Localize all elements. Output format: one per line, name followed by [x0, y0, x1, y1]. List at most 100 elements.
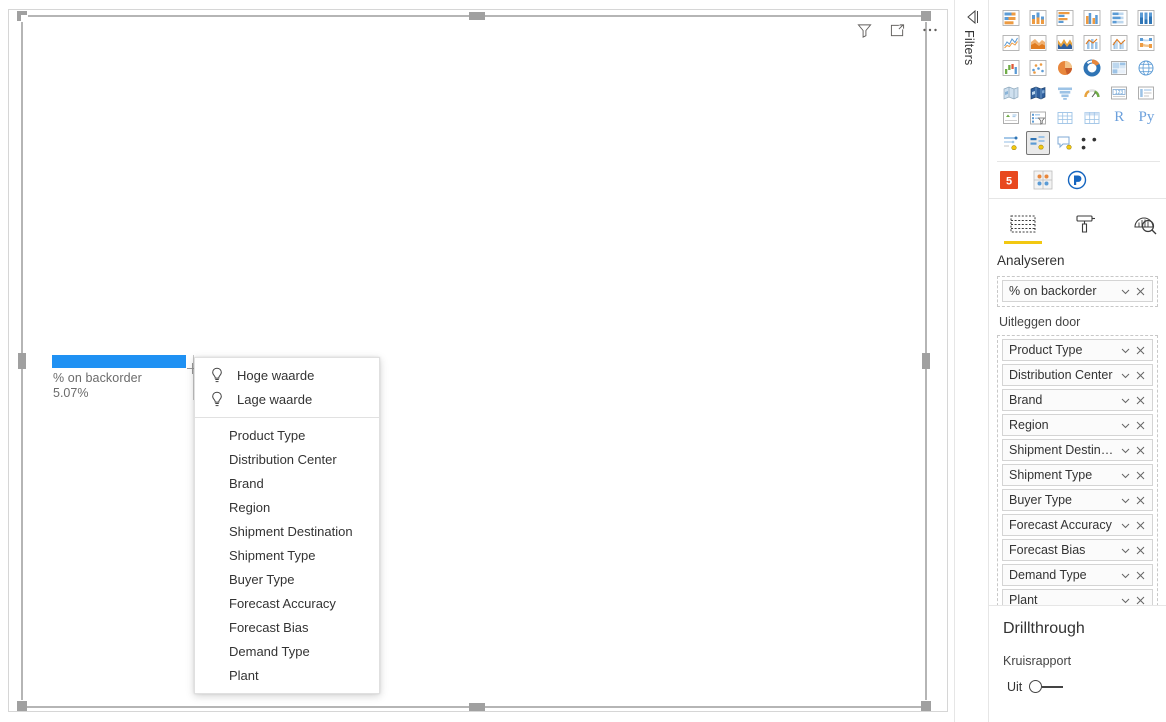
kpi-icon[interactable] [1000, 107, 1022, 129]
close-icon[interactable] [1133, 467, 1148, 483]
pie-chart-icon[interactable] [1054, 57, 1076, 79]
field-box-buyer-type[interactable]: Buyer Type [1002, 489, 1153, 511]
close-icon[interactable] [1133, 492, 1148, 508]
stacked-area-chart-icon[interactable] [1054, 32, 1076, 54]
waterfall-chart-icon[interactable] [1000, 57, 1022, 79]
visualization-pane-tabs[interactable] [989, 199, 1166, 247]
scatter-chart-icon[interactable] [1027, 57, 1049, 79]
chevron-down-icon[interactable] [1118, 492, 1133, 508]
menu-item-forecast-bias[interactable]: Forecast Bias [195, 615, 379, 639]
field-box-brand[interactable]: Brand [1002, 389, 1153, 411]
menu-item-shipment-type[interactable]: Shipment Type [195, 543, 379, 567]
analytics-tab[interactable] [1126, 213, 1166, 247]
menu-item-brand[interactable]: Brand [195, 471, 379, 495]
clustered-column-chart-icon[interactable] [1081, 7, 1103, 29]
100-stacked-bar-chart-icon[interactable] [1108, 7, 1130, 29]
close-icon[interactable] [1133, 392, 1148, 408]
close-icon[interactable] [1133, 542, 1148, 558]
field-box-demand-type[interactable]: Demand Type [1002, 564, 1153, 586]
close-icon[interactable] [1133, 417, 1148, 433]
line-clustered-column-chart-icon[interactable] [1108, 32, 1130, 54]
power-bi-visual-icon[interactable] [1067, 170, 1087, 190]
expand-pane-icon[interactable] [963, 8, 981, 26]
close-icon[interactable] [1133, 567, 1148, 583]
filled-map-icon[interactable] [1000, 82, 1022, 104]
field-box-forecast-accuracy[interactable]: Forecast Accuracy [1002, 514, 1153, 536]
menu-item-shipment-destination[interactable]: Shipment Destination [195, 519, 379, 543]
treemap-icon[interactable] [1108, 57, 1130, 79]
slicer-icon[interactable] [1027, 107, 1049, 129]
line-stacked-column-chart-icon[interactable] [1081, 32, 1103, 54]
kpi-resize-handle-vertical[interactable] [192, 363, 193, 374]
chevron-down-icon[interactable] [1118, 567, 1133, 583]
field-box-shipment-type[interactable]: Shipment Type [1002, 464, 1153, 486]
donut-chart-icon[interactable] [1081, 57, 1103, 79]
shape-map-icon[interactable] [1027, 82, 1049, 104]
map-icon[interactable] [1135, 57, 1157, 79]
close-icon[interactable] [1133, 342, 1148, 358]
analyze-field-well[interactable]: % on backorder [997, 276, 1158, 307]
chevron-down-icon[interactable] [1118, 442, 1133, 458]
visualizations-pane[interactable]: 123 R Py • • • 5 Analyseren % on backord… [989, 0, 1166, 722]
menu-item-plant[interactable]: Plant [195, 663, 379, 687]
field-box-product-type[interactable]: Product Type [1002, 339, 1153, 361]
explain-by-field-well[interactable]: Product Type Distribution Center Brand R… [997, 335, 1158, 616]
focus-mode-icon[interactable] [887, 20, 907, 40]
table-icon[interactable] [1054, 107, 1076, 129]
menu-item-hoge-waarde[interactable]: Hoge waarde [195, 363, 379, 387]
field-box-shipment-destination[interactable]: Shipment Destination [1002, 439, 1153, 461]
field-box-region[interactable]: Region [1002, 414, 1153, 436]
menu-item-lage-waarde[interactable]: Lage waarde [195, 387, 379, 411]
menu-item-product-type[interactable]: Product Type [195, 423, 379, 447]
report-canvas[interactable]: % on backorder 5.07% Hoge waarde Lage wa… [0, 0, 955, 722]
cross-report-toggle-row[interactable]: Uit [997, 668, 1166, 694]
menu-item-forecast-accuracy[interactable]: Forecast Accuracy [195, 591, 379, 615]
fields-tab[interactable] [1003, 213, 1043, 247]
decomposition-tree-icon[interactable] [1025, 130, 1050, 155]
field-box-forecast-bias[interactable]: Forecast Bias [1002, 539, 1153, 561]
visualization-type-gallery[interactable]: 123 R Py • • • [989, 0, 1166, 159]
close-icon[interactable] [1133, 367, 1148, 383]
menu-item-buyer-type[interactable]: Buyer Type [195, 567, 379, 591]
chevron-down-icon[interactable] [1118, 342, 1133, 358]
menu-item-distribution-center[interactable]: Distribution Center [195, 447, 379, 471]
filters-pane-collapsed[interactable]: Filters [955, 0, 989, 722]
close-icon[interactable] [1133, 517, 1148, 533]
gauge-icon[interactable] [1081, 82, 1103, 104]
r-script-visual-icon[interactable]: R [1108, 107, 1130, 129]
chevron-down-icon[interactable] [1118, 367, 1133, 383]
html-content-visual-icon[interactable]: 5 [999, 170, 1019, 190]
line-chart-icon[interactable] [1000, 32, 1022, 54]
stacked-column-chart-icon[interactable] [1027, 7, 1049, 29]
area-chart-icon[interactable] [1027, 32, 1049, 54]
close-icon[interactable] [1133, 283, 1148, 299]
field-box-distribution-center[interactable]: Distribution Center [1002, 364, 1153, 386]
cross-report-toggle[interactable] [1029, 680, 1064, 694]
custom-visual-icon[interactable] [1033, 170, 1053, 190]
chevron-down-icon[interactable] [1118, 467, 1133, 483]
matrix-icon[interactable] [1081, 107, 1103, 129]
close-icon[interactable] [1133, 442, 1148, 458]
more-visuals-icon[interactable]: • • • [1081, 132, 1103, 154]
menu-item-region[interactable]: Region [195, 495, 379, 519]
chevron-down-icon[interactable] [1118, 517, 1133, 533]
clustered-bar-chart-icon[interactable] [1054, 7, 1076, 29]
100-stacked-column-chart-icon[interactable] [1135, 7, 1157, 29]
python-visual-icon[interactable]: Py [1135, 107, 1157, 129]
chevron-down-icon[interactable] [1118, 417, 1133, 433]
stacked-bar-chart-icon[interactable] [1000, 7, 1022, 29]
ribbon-chart-icon[interactable] [1135, 32, 1157, 54]
key-influencers-icon[interactable] [1000, 132, 1022, 154]
more-options-icon[interactable] [920, 20, 940, 40]
chevron-down-icon[interactable] [1118, 392, 1133, 408]
format-tab[interactable] [1065, 213, 1105, 247]
card-icon[interactable]: 123 [1108, 82, 1130, 104]
kpi-card-visual[interactable]: % on backorder 5.07% [44, 352, 194, 402]
qa-visual-icon[interactable] [1054, 132, 1076, 154]
chevron-down-icon[interactable] [1118, 283, 1133, 299]
funnel-chart-icon[interactable] [1054, 82, 1076, 104]
chevron-down-icon[interactable] [1118, 542, 1133, 558]
visual-header-toolbar[interactable] [854, 20, 940, 40]
analyze-context-menu[interactable]: Hoge waarde Lage waarde Product Type Dis… [194, 357, 380, 694]
multi-row-card-icon[interactable] [1135, 82, 1157, 104]
